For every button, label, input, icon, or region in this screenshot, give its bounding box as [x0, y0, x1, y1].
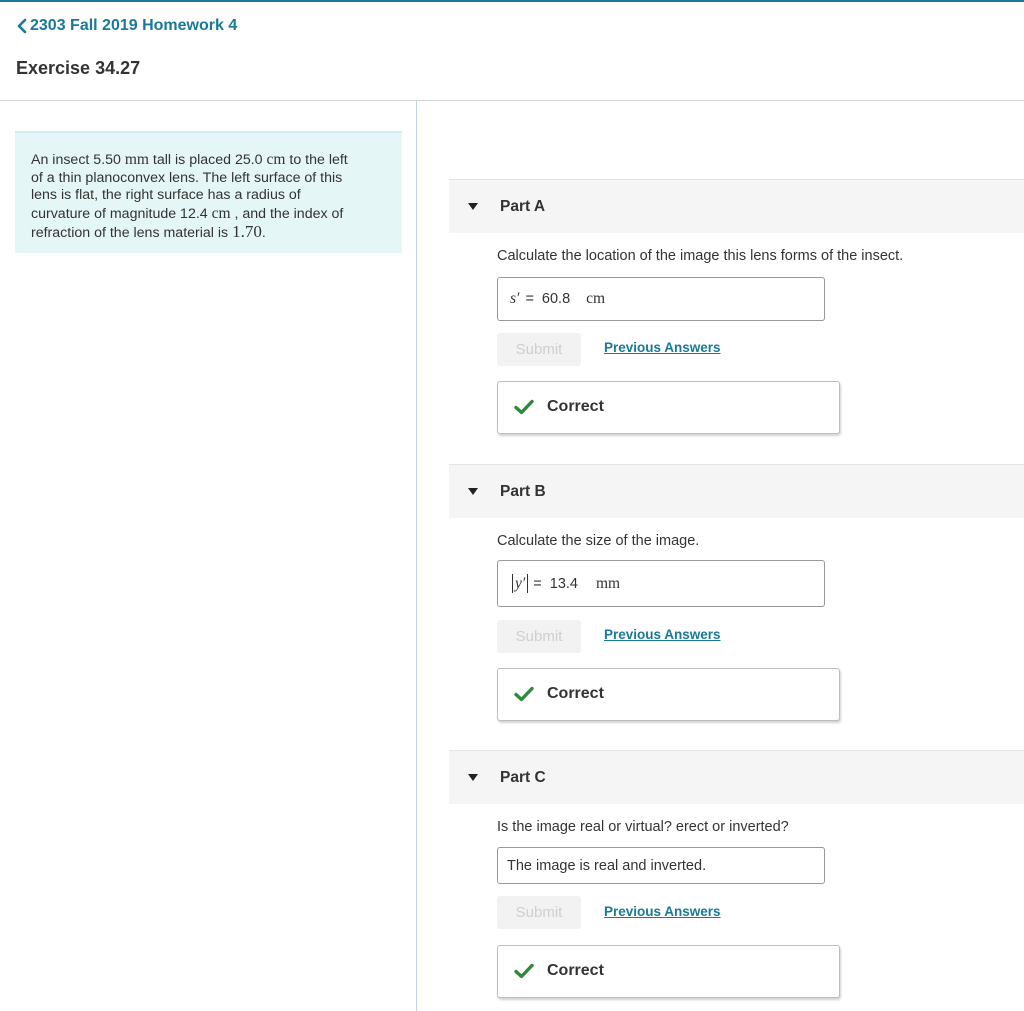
part-b-feedback: Correct: [497, 668, 840, 721]
chevron-left-icon: [17, 18, 27, 34]
problem-line-5: refraction of the lens material is 1.70.: [31, 222, 266, 241]
part-b-value: 13.4: [549, 575, 578, 592]
part-a-feedback-text: Correct: [547, 398, 604, 415]
part-c-feedback-text: Correct: [547, 962, 604, 979]
part-c-answer-field[interactable]: The image is real and inverted .: [497, 847, 825, 884]
part-b-header[interactable]: Part B: [449, 464, 1024, 518]
checkmark-icon: [514, 686, 534, 702]
part-b-equals: =: [533, 575, 542, 592]
part-c-header[interactable]: Part C: [449, 750, 1024, 804]
problem-statement: An insect 5.50 mm tall is placed 25.0 cm…: [15, 131, 402, 253]
part-c-title: Part C: [500, 769, 546, 786]
part-c-question: Is the image real or virtual? erect or i…: [497, 819, 789, 835]
part-c-previous-answers-link[interactable]: Previous Answers: [604, 904, 721, 919]
part-a-feedback: Correct: [497, 381, 840, 434]
part-b-unit: mm: [595, 574, 621, 592]
top-accent-rule: [0, 0, 1024, 2]
part-a-question: Calculate the location of the image this…: [497, 248, 904, 264]
part-a-value: 60.8: [541, 291, 571, 307]
part-a-variable: s′: [510, 290, 520, 307]
part-b-feedback-text: Correct: [547, 685, 604, 702]
problem-line-1: An insect 5.50 mm tall is placed 25.0 cm…: [31, 151, 348, 168]
part-c-submit-button[interactable]: Submit: [497, 896, 581, 929]
checkmark-icon: [514, 963, 534, 979]
triangle-down-icon[interactable]: [468, 488, 478, 495]
part-b-variable: y′: [515, 574, 526, 592]
part-a-header[interactable]: Part A: [449, 179, 1024, 233]
page-title: Exercise 34.27: [16, 58, 141, 78]
part-a-unit: cm: [586, 290, 606, 307]
problem-line-3: lens is flat, the right surface has a ra…: [31, 187, 301, 203]
checkmark-icon: [514, 399, 534, 415]
part-a-previous-answers-link[interactable]: Previous Answers: [604, 340, 721, 355]
problem-line-4: curvature of magnitude 12.4 cm , and the…: [31, 204, 344, 222]
breadcrumb[interactable]: 2303 Fall 2019 Homework 4: [16, 17, 237, 35]
problem-line-2: of a thin planoconvex lens. The left sur…: [31, 169, 343, 186]
abs-bar-right: [527, 574, 529, 593]
part-b-previous-answers-link[interactable]: Previous Answers: [604, 627, 721, 642]
part-b-answer-field[interactable]: y′ = 13.4 mm: [497, 560, 825, 607]
abs-bar-left: [512, 574, 513, 593]
part-a-answer-field[interactable]: s′ = 60.8 cm: [497, 277, 825, 321]
part-b-submit-button[interactable]: Submit: [497, 620, 581, 653]
part-c-answer-suffix: .: [702, 857, 707, 874]
part-a-title: Part A: [500, 198, 546, 215]
part-b-title: Part B: [500, 483, 546, 500]
triangle-down-icon[interactable]: [468, 774, 478, 781]
breadcrumb-label: 2303 Fall 2019 Homework 4: [30, 17, 238, 34]
triangle-down-icon[interactable]: [468, 203, 478, 210]
part-c-answer-select[interactable]: real and inverted: [594, 858, 702, 874]
part-a-submit-button[interactable]: Submit: [497, 333, 581, 366]
header-divider: [0, 100, 1024, 101]
column-divider: [416, 101, 417, 1011]
part-c-feedback: Correct: [497, 945, 840, 998]
part-b-question: Calculate the size of the image.: [497, 533, 700, 549]
part-a-equals: =: [525, 291, 534, 307]
part-c-answer-prefix: The image is: [507, 857, 591, 874]
